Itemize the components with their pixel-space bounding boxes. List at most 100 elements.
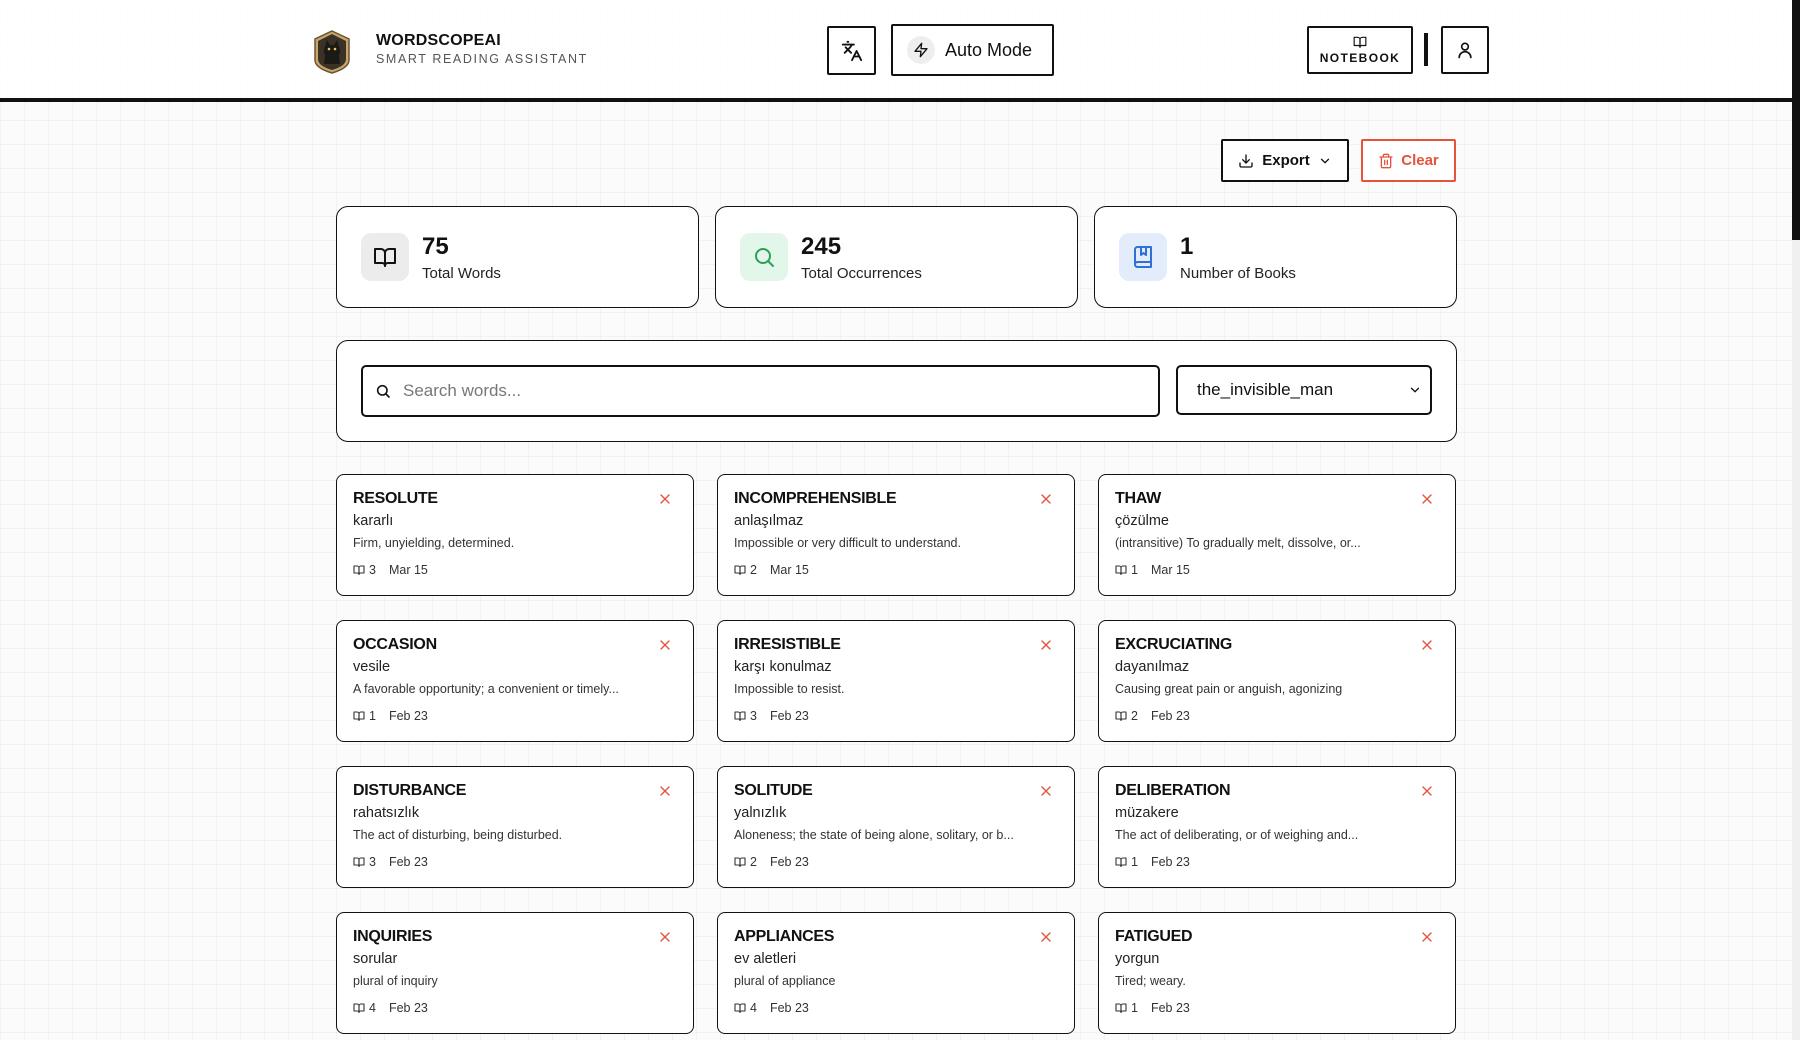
stat-label: Total Words [422, 265, 501, 282]
close-icon[interactable] [659, 493, 671, 505]
book-open-icon [353, 711, 365, 722]
word-meta: 4 Feb 23 [734, 1001, 809, 1015]
notebook-label: NOTEBOOK [1319, 51, 1401, 65]
download-icon [1239, 153, 1253, 168]
export-label: Export [1262, 152, 1310, 169]
word-translation: rahatsızlık [353, 805, 420, 821]
auto-mode-button[interactable]: Auto Mode [891, 24, 1054, 76]
word-meta: 2 Mar 15 [734, 563, 809, 577]
word-translation: ev aletleri [734, 951, 797, 967]
user-icon [1458, 42, 1472, 59]
occurrence-count: 2 [750, 563, 757, 577]
word-term: THAW [1115, 490, 1161, 507]
close-icon[interactable] [1421, 493, 1433, 505]
close-icon[interactable] [659, 785, 671, 797]
word-definition: Firm, unyielding, determined. [353, 536, 515, 550]
close-icon[interactable] [1040, 639, 1052, 651]
word-definition: (intransitive) To gradually melt, dissol… [1115, 536, 1361, 550]
book-open-icon [1115, 857, 1127, 868]
word-translation: anlaşılmaz [734, 513, 804, 529]
word-card[interactable]: OCCASION vesile A favorable opportunity; a… [336, 620, 694, 742]
book-open-icon [353, 565, 365, 576]
word-term: INCOMPREHENSIBLE [734, 490, 897, 507]
search-icon [740, 233, 788, 281]
book-open-icon [1115, 565, 1127, 576]
close-icon[interactable] [1040, 931, 1052, 943]
date-added: Mar 15 [1150, 563, 1190, 577]
chevron-down-icon [1320, 158, 1329, 164]
date-added: Feb 23 [1150, 855, 1190, 869]
export-button[interactable]: Export [1221, 139, 1349, 182]
occurrence-count: 4 [750, 1001, 757, 1015]
book-open-icon [734, 711, 746, 722]
scrollbar[interactable] [1792, 0, 1800, 1040]
book-open-icon [353, 857, 365, 868]
close-icon[interactable] [1040, 493, 1052, 505]
occurrence-count: 1 [369, 709, 376, 723]
notebook-button[interactable]: NOTEBOOK [1307, 26, 1413, 74]
filter-panel: the_invisible_man [336, 340, 1457, 442]
stat-card-total-words: 75 Total Words [336, 206, 699, 308]
word-card[interactable]: DISTURBANCE rahatsızlık The act of disturb… [336, 766, 694, 888]
auto-mode-label: Auto Mode [945, 39, 1033, 60]
book-open-icon [734, 1003, 746, 1014]
word-definition: Causing great pain or anguish, agonizing [1115, 682, 1343, 696]
book-open-icon [361, 233, 409, 281]
stat-value: 1 [1180, 233, 1194, 260]
user-profile-button[interactable] [1441, 26, 1489, 74]
word-card[interactable]: DELIBERATION müzakere The act of deliberat… [1098, 766, 1456, 888]
book-select[interactable]: the_invisible_man [1176, 365, 1432, 415]
close-icon[interactable] [659, 931, 671, 943]
book-open-icon [734, 565, 746, 576]
top-header: WORDSCOPEAI SMART READING ASSISTANT Auto… [0, 0, 1792, 102]
word-meta: 4 Feb 23 [353, 1001, 428, 1015]
occurrence-count: 1 [1131, 1001, 1138, 1015]
word-card[interactable]: FATIGUED yorgun Tired; weary. 1 Feb 23 [1098, 912, 1456, 1034]
stat-label: Total Occurrences [801, 265, 922, 282]
stat-card-number-of-books: 1 Number of Books [1094, 206, 1457, 308]
word-card[interactable]: APPLIANCES ev aletleri plural of appliance… [717, 912, 1075, 1034]
word-meta: 3 Feb 23 [734, 709, 809, 723]
stat-card-total-occurrences: 245 Total Occurrences [715, 206, 1078, 308]
scrollbar-thumb[interactable] [1792, 0, 1800, 240]
word-translation: çözülme [1115, 513, 1169, 529]
stat-label: Number of Books [1180, 265, 1296, 282]
word-definition: Tired; weary. [1115, 974, 1186, 988]
occurrence-count: 4 [369, 1001, 376, 1015]
book-select-value: the_invisible_man [1197, 380, 1334, 399]
date-added: Feb 23 [388, 709, 428, 723]
occurrence-count: 3 [750, 709, 757, 723]
date-added: Feb 23 [388, 855, 428, 869]
bookmark-book-icon [1119, 233, 1167, 281]
date-added: Feb 23 [1150, 709, 1190, 723]
search-input[interactable] [403, 381, 1103, 401]
occurrence-count: 1 [1131, 855, 1138, 869]
close-icon[interactable] [1421, 639, 1433, 651]
date-added: Mar 15 [769, 563, 809, 577]
clear-label: Clear [1401, 152, 1439, 169]
close-icon[interactable] [1421, 785, 1433, 797]
close-icon[interactable] [659, 639, 671, 651]
word-card[interactable]: THAW çözülme (intransitive) To gradually m… [1098, 474, 1456, 596]
word-definition: Impossible to resist. [734, 682, 845, 696]
clear-button[interactable]: Clear [1361, 139, 1456, 182]
bolt-icon [907, 36, 935, 64]
word-card[interactable]: IRRESISTIBLE karşı konulmaz Impossible to … [717, 620, 1075, 742]
word-meta: 2 Feb 23 [1115, 709, 1190, 723]
word-card[interactable]: INCOMPREHENSIBLE anlaşılmaz Impossible or … [717, 474, 1075, 596]
word-card[interactable]: RESOLUTE kararlı Firm, unyielding, determi… [336, 474, 694, 596]
word-card[interactable]: INQUIRIES sorular plural of inquiry 4 Feb 23 [336, 912, 694, 1034]
close-icon[interactable] [1040, 785, 1052, 797]
word-definition: The act of disturbing, being disturbed. [353, 828, 563, 842]
close-icon[interactable] [1421, 931, 1433, 943]
word-term: RESOLUTE [353, 490, 438, 507]
search-box[interactable] [361, 365, 1160, 417]
translate-button[interactable] [827, 26, 876, 75]
word-card[interactable]: SOLITUDE yalnızlık Aloneness; the state of… [717, 766, 1075, 888]
word-meta: 1 Feb 23 [353, 709, 428, 723]
word-meta: 1 Feb 23 [1115, 1001, 1190, 1015]
word-card[interactable]: EXCRUCIATING dayanılmaz Causing great pain… [1098, 620, 1456, 742]
app-subtitle: SMART READING ASSISTANT [376, 52, 588, 66]
book-open-icon [1353, 36, 1367, 48]
word-translation: müzakere [1115, 805, 1179, 821]
